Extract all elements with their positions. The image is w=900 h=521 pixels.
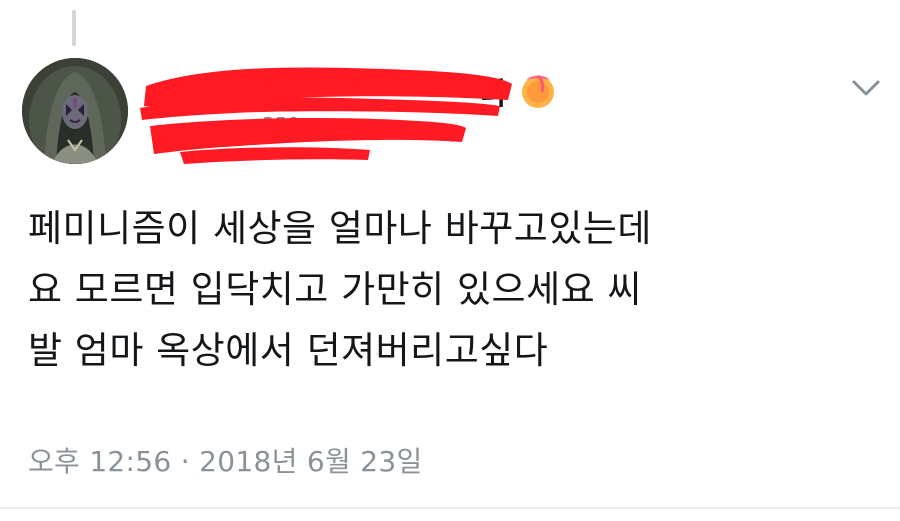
timestamp-separator: · bbox=[180, 445, 190, 478]
tweet: 냐 359 페미니즘이 세상을 얼마나 바꾸고있는데 요 모르면 입닥치고 가만… bbox=[0, 0, 900, 521]
tweet-timestamp[interactable]: 오후 12:56 · 2018년 6월 23일 bbox=[28, 440, 423, 480]
avatar[interactable] bbox=[22, 58, 128, 164]
tweet-text-line-3: 발 엄마 옥상에서 던져버리고싶다 bbox=[28, 329, 549, 372]
tweet-text: 페미니즘이 세상을 얼마나 바꾸고있는데 요 모르면 입닥치고 가만히 있으세요… bbox=[28, 198, 878, 381]
thread-connector-line bbox=[72, 10, 76, 46]
author-name-block[interactable]: 냐 359 bbox=[140, 56, 580, 166]
tweet-text-line-1: 페미니즘이 세상을 얼마나 바꾸고있는데 bbox=[28, 207, 652, 250]
tweet-time: 오후 12:56 bbox=[28, 445, 172, 478]
hooded-figure-avatar-icon bbox=[22, 58, 128, 164]
tweet-text-line-2: 요 모르면 입닥치고 가만히 있으세요 씨 bbox=[28, 268, 642, 311]
divider bbox=[0, 507, 900, 509]
redaction-scribble: 냐 359 bbox=[140, 67, 512, 164]
tweet-menu-button[interactable] bbox=[846, 74, 886, 102]
chevron-down-icon bbox=[852, 80, 880, 96]
peach-emoji-icon bbox=[522, 74, 554, 108]
tweet-date: 2018년 6월 23일 bbox=[199, 445, 423, 478]
